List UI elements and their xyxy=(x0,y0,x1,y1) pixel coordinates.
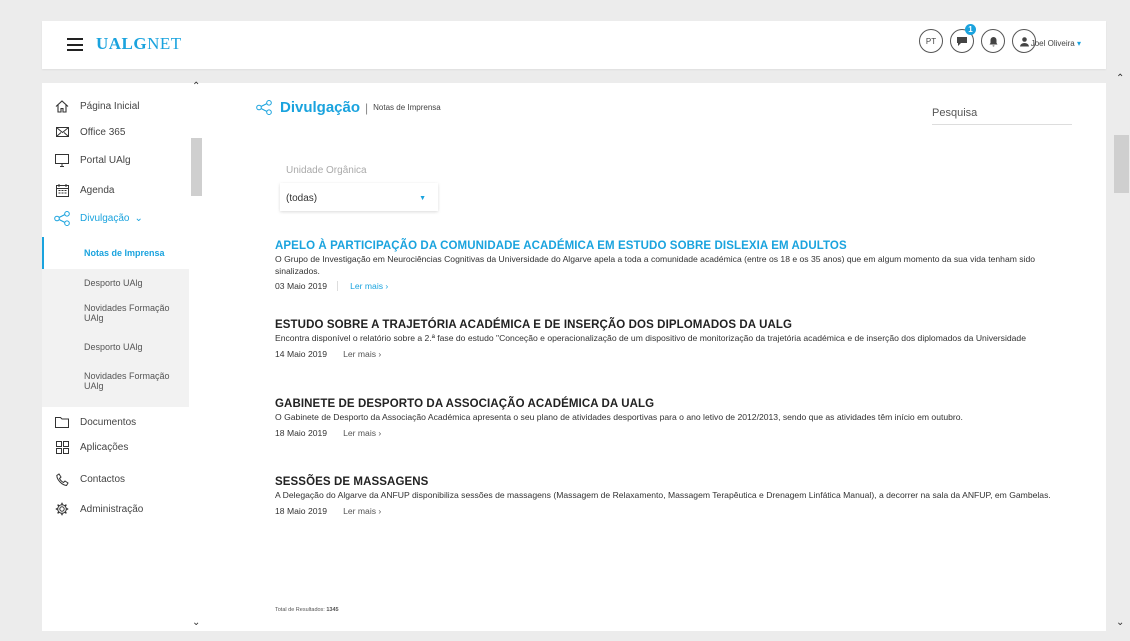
news-description: A Delegação do Algarve da ANFUP disponib… xyxy=(275,490,1051,500)
unit-label: Unidade Orgânica xyxy=(286,165,367,176)
read-more-link[interactable]: Ler mais › xyxy=(343,349,381,359)
sidebar-item-agenda[interactable]: Agenda xyxy=(54,183,114,197)
read-more-link[interactable]: Ler mais › xyxy=(337,281,389,291)
sidebar-subitem-desporto[interactable]: Desporto UAlg xyxy=(42,269,189,297)
sidebar-item-aplicacoes[interactable]: Aplicações xyxy=(54,440,128,454)
unit-select[interactable]: (todas) ▼ xyxy=(280,183,438,211)
news-item: ESTUDO SOBRE A TRAJETÓRIA ACADÉMICA E DE… xyxy=(275,319,1055,359)
news-date: 03 Maio 2019 xyxy=(275,281,328,291)
news-title-link[interactable]: GABINETE DE DESPORTO DA ASSOCIAÇÃO ACADÉ… xyxy=(275,398,1055,410)
scroll-down-icon[interactable]: ⌄ xyxy=(1116,617,1124,628)
news-title-link[interactable]: SESSÕES DE MASSAGENS xyxy=(275,476,1055,488)
share-icon xyxy=(256,100,272,115)
sidebar-subitem-novidades-formacao[interactable]: Novidades Formação UAlg xyxy=(42,297,189,339)
chat-icon xyxy=(957,36,967,46)
news-title-link[interactable]: ESTUDO SOBRE A TRAJETÓRIA ACADÉMICA E DE… xyxy=(275,319,1055,331)
gear-icon xyxy=(54,502,70,516)
monitor-icon xyxy=(54,153,70,167)
sidebar-item-divulgacao[interactable]: Divulgação ⌄ xyxy=(54,210,143,226)
sidebar-scroll-thumb[interactable] xyxy=(191,138,202,196)
news-description: Encontra disponível o relatório sobre a … xyxy=(275,333,1026,343)
mail-icon xyxy=(54,125,70,139)
sidebar-item-office-365[interactable]: Office 365 xyxy=(54,125,125,139)
news-title-link[interactable]: APELO À PARTICIPAÇÃO DA COMUNIDADE ACADÉ… xyxy=(275,240,1055,252)
read-more-link[interactable]: Ler mais › xyxy=(343,506,381,516)
share-icon xyxy=(54,210,70,226)
chevron-down-icon: ▾ xyxy=(1076,39,1081,48)
apps-icon xyxy=(54,440,70,454)
news-description: O Gabinete de Desporto da Associação Aca… xyxy=(275,412,963,422)
chevron-down-icon: ⌄ xyxy=(134,212,143,224)
news-date: 18 Maio 2019 xyxy=(275,505,328,516)
read-more-link[interactable]: Ler mais › xyxy=(343,428,381,438)
language-button[interactable]: PT xyxy=(919,29,943,53)
notifications-button[interactable] xyxy=(981,29,1005,53)
sidebar: Página Inicial Office 365 Portal UAlg Ag… xyxy=(42,83,189,631)
main-content: Divulgação | Notas de Imprensa Pesquisa … xyxy=(204,83,1106,631)
search-input[interactable]: Pesquisa xyxy=(932,107,1072,125)
news-item: SESSÕES DE MASSAGENS A Delegação do Alga… xyxy=(275,476,1055,516)
scroll-up-icon[interactable]: ⌃ xyxy=(192,81,200,92)
phone-icon xyxy=(54,472,70,486)
results-total: Total de Resultados: 1345 xyxy=(275,607,339,613)
chevron-down-icon: ▼ xyxy=(419,195,426,202)
top-header: UALGNET PT 1 Joel Oliveira ▾ xyxy=(42,21,1106,69)
page-title: Divulgação | Notas de Imprensa xyxy=(256,99,441,116)
sidebar-item-pagina-inicial[interactable]: Página Inicial xyxy=(54,99,139,113)
news-date: 18 Maio 2019 xyxy=(275,427,328,438)
sidebar-item-portal-ualg[interactable]: Portal UAlg xyxy=(54,153,131,167)
messages-button[interactable]: 1 xyxy=(950,24,976,53)
scroll-up-icon[interactable]: ⌃ xyxy=(1116,73,1124,84)
user-menu[interactable]: Joel Oliveira ▾ xyxy=(1031,39,1081,48)
calendar-icon xyxy=(54,183,70,197)
news-item: GABINETE DE DESPORTO DA ASSOCIAÇÃO ACADÉ… xyxy=(275,398,1055,438)
sidebar-item-administracao[interactable]: Administração xyxy=(54,502,143,516)
user-icon xyxy=(1019,36,1029,46)
news-item: APELO À PARTICIPAÇÃO DA COMUNIDADE ACADÉ… xyxy=(275,240,1055,291)
logo[interactable]: UALGNET xyxy=(96,34,182,54)
sidebar-item-contactos[interactable]: Contactos xyxy=(54,472,125,486)
news-date: 14 Maio 2019 xyxy=(275,348,328,359)
scroll-down-icon[interactable]: ⌄ xyxy=(192,617,200,628)
news-description: O Grupo de Investigação em Neurociências… xyxy=(275,254,1036,276)
sidebar-subitem-novidades-formacao-2[interactable]: Novidades Formação UAlg xyxy=(42,367,189,407)
folder-icon xyxy=(54,415,70,429)
sidebar-subitem-desporto-2[interactable]: Desporto UAlg xyxy=(42,339,189,367)
main-scroll-thumb[interactable] xyxy=(1114,135,1129,193)
sidebar-item-documentos[interactable]: Documentos xyxy=(54,415,136,429)
menu-icon[interactable] xyxy=(67,38,83,51)
bell-icon xyxy=(989,36,997,46)
sidebar-subitem-notas-imprensa[interactable]: Notas de Imprensa xyxy=(42,237,189,269)
main-scrollbar[interactable]: ⌃ ⌄ xyxy=(1106,73,1130,631)
sidebar-scrollbar[interactable]: ⌃ ⌄ xyxy=(189,81,204,631)
home-icon xyxy=(54,99,70,113)
notification-badge: 1 xyxy=(965,24,976,35)
